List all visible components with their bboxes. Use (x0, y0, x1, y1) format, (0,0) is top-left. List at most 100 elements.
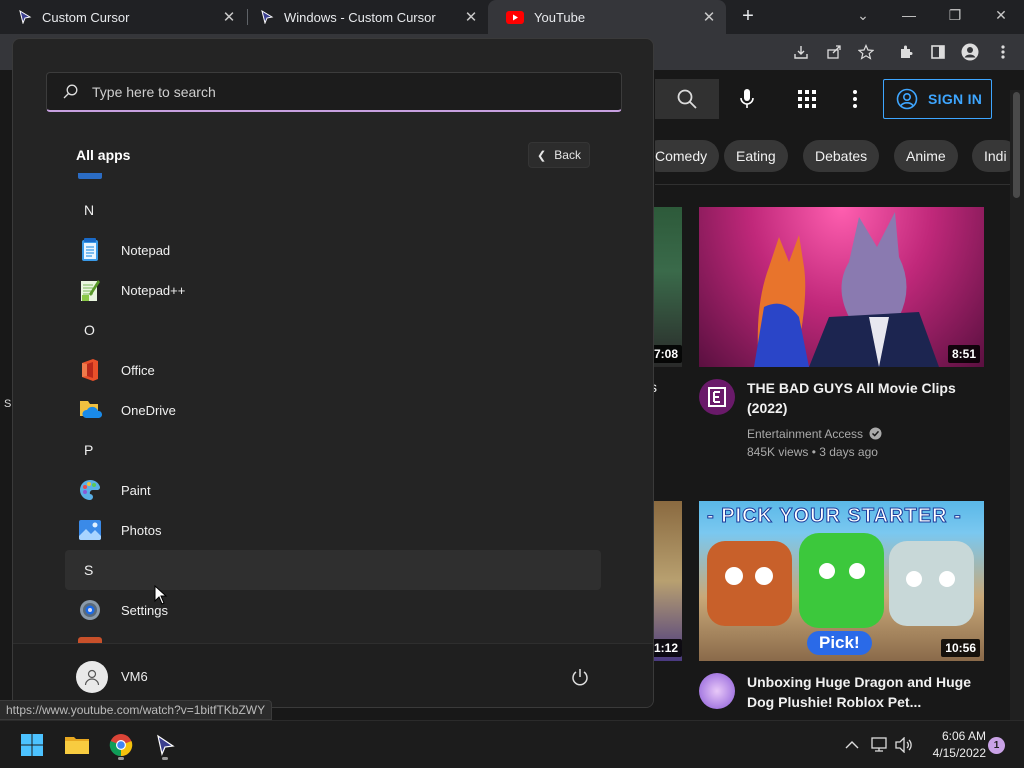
star-icon[interactable] (856, 42, 876, 62)
chevron-left-icon: ❮ (537, 149, 547, 162)
photos-icon (78, 518, 102, 542)
file-explorer-icon (65, 737, 89, 754)
chrome-menu-icon[interactable] (993, 42, 1013, 62)
group-letter-o[interactable]: O (65, 310, 601, 350)
video-thumbnail-partial[interactable]: 1:12 (654, 501, 682, 661)
video-title-line[interactable]: (2022) (747, 398, 787, 418)
app-label: Notepad (121, 242, 171, 258)
app-onedrive[interactable]: OneDrive (65, 390, 601, 430)
app-notepad-plus-plus[interactable]: Notepad++ (65, 270, 601, 310)
tab-close-icon[interactable]: ✕ (462, 8, 480, 26)
clock-time[interactable]: 6:06 AM (924, 729, 986, 743)
chip-indie[interactable]: Indi (972, 140, 1010, 172)
duration-badge: 8:51 (947, 345, 980, 363)
app-notepad[interactable]: Notepad (65, 230, 601, 270)
back-label: Back (554, 148, 581, 162)
custom-cursor-icon (157, 734, 175, 756)
tab-close-icon[interactable]: ✕ (220, 8, 238, 26)
tab-youtube[interactable]: YouTube ✕ (488, 0, 726, 34)
user-name[interactable]: VM6 (121, 669, 148, 684)
chevron-up-icon[interactable] (842, 735, 862, 755)
group-letter-s[interactable]: S (65, 550, 601, 590)
user-avatar[interactable] (76, 661, 108, 693)
start-button[interactable] (14, 727, 50, 763)
browser-tab-bar: Custom Cursor ✕ Windows - Custom Cursor … (0, 0, 1024, 34)
start-menu-footer: VM6 (13, 643, 653, 707)
video-thumbnail-pet-plushies[interactable]: - PICK YOUR STARTER - Pick! 10:56 (699, 501, 984, 661)
restore-button[interactable]: ❐ (932, 0, 978, 30)
paint-icon (78, 478, 102, 502)
search-icon (677, 89, 697, 109)
user-icon (84, 669, 100, 686)
back-button[interactable]: ❮ Back (528, 142, 590, 168)
chip-anime[interactable]: Anime (894, 140, 958, 172)
video-title-line[interactable]: Unboxing Huge Dragon and Huge (747, 672, 971, 692)
windows-logo-icon (21, 734, 43, 756)
office-icon (78, 358, 102, 382)
all-apps-title: All apps (76, 147, 131, 163)
video-thumbnail-partial[interactable]: 7:08 (654, 207, 682, 367)
notepadpp-icon (78, 278, 102, 302)
duration-badge: 10:56 (941, 639, 980, 657)
settings-dots-icon[interactable] (844, 88, 866, 110)
minimize-button[interactable]: — (886, 0, 932, 30)
close-window-button[interactable]: ✕ (978, 0, 1024, 30)
page-scrollbar-thumb[interactable] (1013, 92, 1020, 198)
youtube-search-button[interactable] (655, 79, 719, 119)
video-title-line[interactable]: THE BAD GUYS All Movie Clips (747, 378, 956, 398)
video-meta: 845K views • 3 days ago (747, 445, 878, 459)
channel-avatar[interactable] (699, 673, 735, 709)
letter-label: P (84, 442, 94, 458)
custom-cursor-button[interactable] (147, 727, 183, 763)
tab-custom-cursor[interactable]: Custom Cursor ✕ (0, 0, 246, 34)
download-icon[interactable] (791, 42, 811, 62)
chrome-button[interactable] (103, 727, 139, 763)
new-tab-button[interactable]: + (737, 5, 759, 27)
volume-icon[interactable] (894, 735, 914, 755)
profile-icon[interactable] (960, 42, 980, 62)
app-office[interactable]: Office (65, 350, 601, 390)
search-input[interactable] (90, 82, 590, 101)
tab-windows-custom-cursor[interactable]: Windows - Custom Cursor ✕ (242, 0, 488, 34)
letter-label: O (84, 322, 95, 338)
group-letter-n[interactable]: N (65, 190, 601, 230)
letter-label: S (84, 562, 94, 578)
partial-app-icon (78, 173, 102, 179)
app-settings[interactable]: Settings (65, 590, 601, 630)
clock-date[interactable]: 4/15/2022 (924, 746, 986, 760)
app-label: Photos (121, 522, 162, 538)
chip-comedy[interactable]: Comedy (655, 140, 720, 172)
channel-name[interactable]: Entertainment Access (747, 425, 863, 443)
start-search-box[interactable] (46, 72, 622, 112)
link-status-url: https://www.youtube.com/watch?v=1bitfTKb… (0, 700, 273, 720)
app-label: OneDrive (121, 402, 176, 418)
video-title-line[interactable]: Dog Plushie! Roblox Pet... (747, 692, 921, 712)
app-paint[interactable]: Paint (65, 470, 601, 510)
network-icon[interactable] (870, 735, 890, 755)
file-explorer-button[interactable] (59, 727, 95, 763)
chip-debates[interactable]: Debates (803, 140, 880, 172)
notification-badge[interactable]: 1 (988, 737, 1005, 754)
video-thumbnail-bad-guys[interactable]: 8:51 (699, 207, 984, 367)
running-indicator (118, 757, 124, 760)
channel-avatar[interactable] (699, 379, 735, 415)
tab-close-icon[interactable]: ✕ (700, 8, 718, 26)
tab-search-icon[interactable]: ⌄ (840, 0, 886, 30)
app-photos[interactable]: Photos (65, 510, 601, 550)
side-panel-icon[interactable] (928, 42, 948, 62)
apps-grid-icon[interactable] (796, 88, 818, 110)
tab-title: YouTube (534, 9, 586, 25)
extensions-icon[interactable] (896, 42, 916, 62)
entertainment-access-logo (708, 387, 726, 407)
group-letter-p[interactable]: P (65, 430, 601, 470)
settings-icon (78, 598, 102, 622)
sign-in-button[interactable]: SIGN IN (883, 79, 992, 119)
chip-eating[interactable]: Eating (724, 140, 788, 172)
share-icon[interactable] (824, 42, 844, 62)
taskbar: 6:06 AM 4/15/2022 1 (0, 720, 1024, 768)
category-chips: Comedy Eating Debates Anime Indi (655, 140, 1010, 176)
youtube-logo-icon (506, 10, 524, 24)
microphone-icon[interactable] (736, 88, 758, 110)
tab-title: Custom Cursor (42, 9, 130, 25)
power-button[interactable] (570, 667, 590, 687)
